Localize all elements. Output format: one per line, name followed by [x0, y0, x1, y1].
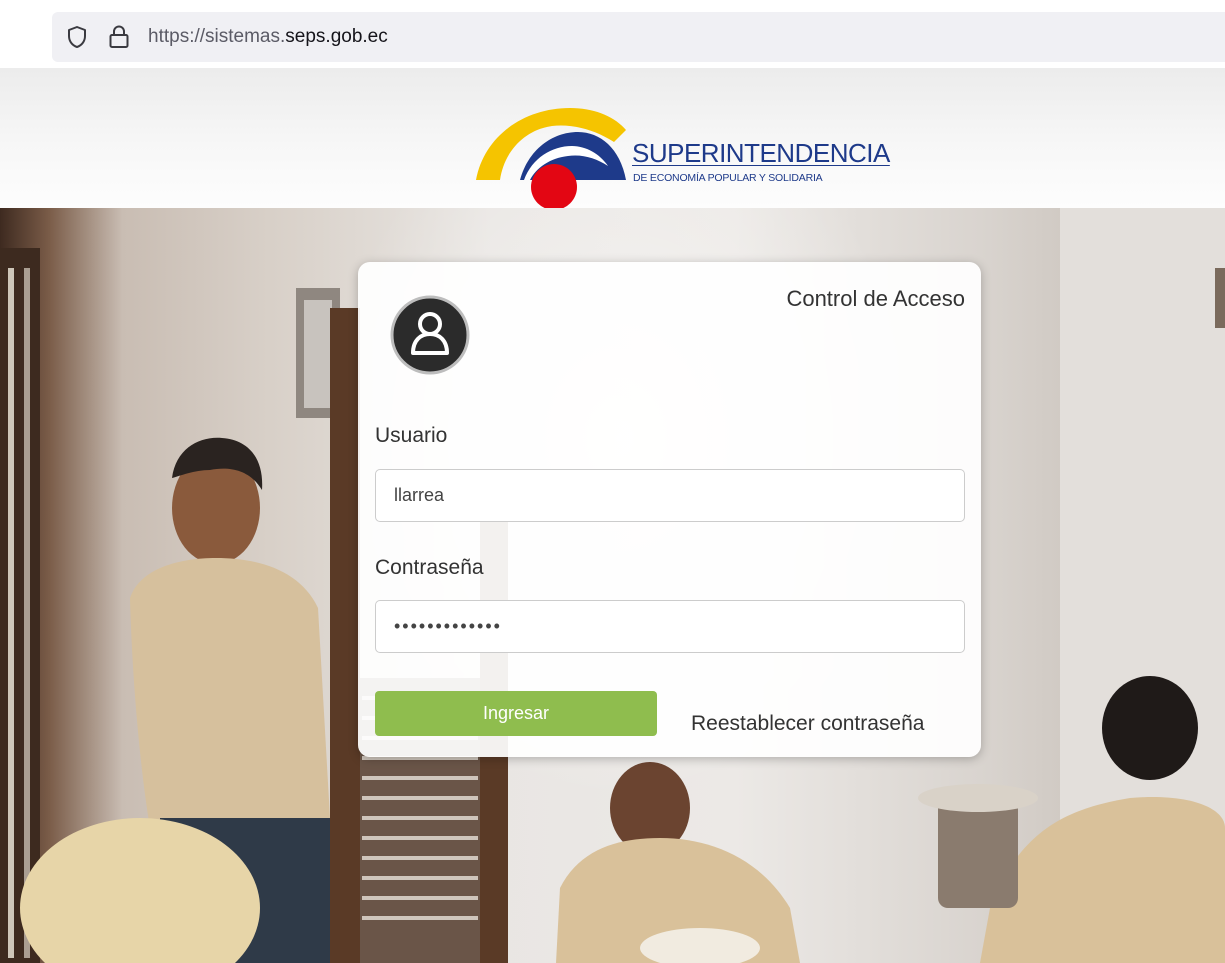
login-card: Control de Acceso Usuario Contraseña Ing…: [358, 262, 981, 757]
login-title: Control de Acceso: [786, 286, 965, 311]
url-bar[interactable]: https://sistemas.seps.gob.ec: [52, 12, 1225, 62]
user-icon: [390, 295, 470, 375]
logo-emblem-icon: [476, 108, 626, 208]
url-host: seps.gob.ec: [285, 26, 388, 47]
url-prefix: https://sistemas.: [148, 26, 286, 47]
lock-icon[interactable]: [108, 24, 130, 50]
username-input[interactable]: [375, 469, 965, 522]
login-button[interactable]: Ingresar: [375, 691, 657, 736]
url-text[interactable]: https://sistemas.seps.gob.ec: [148, 26, 388, 48]
logo-subtitle: DE ECONOMÍA POPULAR Y SOLIDARIA: [633, 172, 823, 184]
password-input[interactable]: [375, 600, 965, 653]
shield-icon[interactable]: [66, 25, 88, 49]
seps-logo[interactable]: SUPERINTENDENCIA DE ECONOMÍA POPULAR Y S…: [474, 108, 890, 208]
reset-password-link[interactable]: Reestablecer contraseña: [691, 712, 924, 736]
browser-toolbar: https://sistemas.seps.gob.ec: [0, 0, 1225, 68]
logo-title: SUPERINTENDENCIA: [632, 138, 890, 168]
username-label: Usuario: [375, 424, 448, 447]
site-header: SUPERINTENDENCIA DE ECONOMÍA POPULAR Y S…: [0, 68, 1225, 208]
password-label: Contraseña: [375, 556, 484, 579]
